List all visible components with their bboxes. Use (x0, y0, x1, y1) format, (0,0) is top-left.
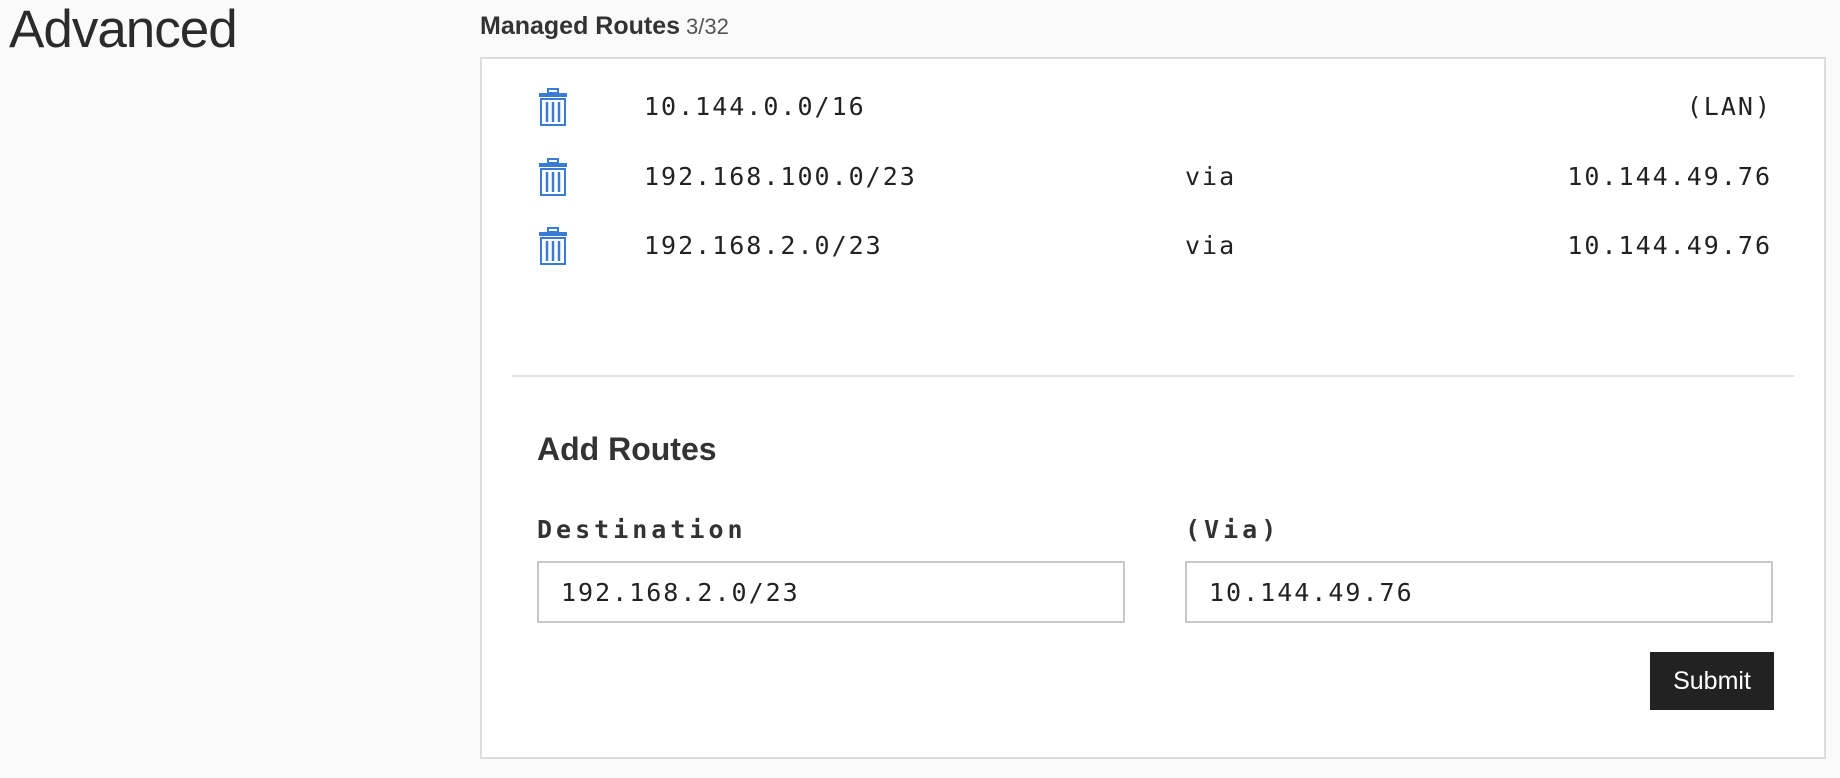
add-routes-title: Add Routes (537, 431, 717, 467)
route-gateway: (LAN) (1686, 92, 1772, 121)
route-row: 192.168.2.0/23 via 10.144.49.76 (482, 227, 1824, 267)
trash-icon[interactable] (538, 88, 568, 126)
route-destination: 10.144.0.0/16 (644, 92, 866, 121)
page-title: Advanced (9, 0, 238, 59)
route-gateway: 10.144.49.76 (1567, 162, 1772, 191)
routes-panel: 10.144.0.0/16 (LAN) 192.168.100.0/23 via… (480, 57, 1826, 759)
via-input[interactable] (1185, 561, 1773, 623)
routes-count: 3/32 (686, 14, 729, 39)
managed-routes-header: Managed Routes 3/32 (480, 9, 729, 44)
route-gateway: 10.144.49.76 (1567, 231, 1772, 260)
trash-icon[interactable] (538, 227, 568, 265)
route-via: via (1185, 162, 1237, 191)
route-destination: 192.168.100.0/23 (644, 162, 917, 191)
destination-input[interactable] (537, 561, 1125, 623)
route-via: via (1185, 231, 1237, 260)
section-divider (512, 375, 1794, 377)
trash-icon[interactable] (538, 158, 568, 196)
destination-label: Destination (537, 515, 747, 544)
route-row: 10.144.0.0/16 (LAN) (482, 88, 1824, 128)
route-row: 192.168.100.0/23 via 10.144.49.76 (482, 158, 1824, 198)
submit-button[interactable]: Submit (1650, 652, 1774, 710)
route-destination: 192.168.2.0/23 (644, 231, 883, 260)
via-label: (Via) (1185, 515, 1281, 544)
managed-routes-title: Managed Routes (480, 12, 681, 40)
